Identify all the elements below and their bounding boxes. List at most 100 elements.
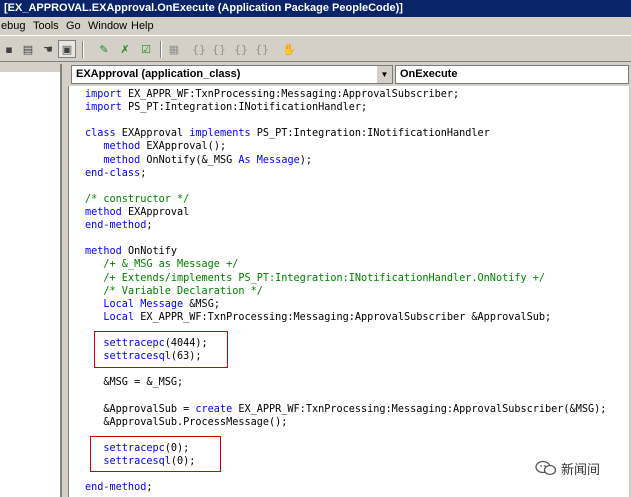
tree-scrollbar[interactable] [0, 64, 60, 72]
properties-icon[interactable]: ▤ [19, 40, 37, 58]
code-token: ; [146, 220, 153, 232]
code-token: OnNotify [121, 246, 178, 258]
code-keyword: end-class [85, 167, 141, 179]
code-token: EX_APPR_WF:TxnProcessing:Messaging:Appro… [121, 89, 460, 100]
code-line: end-method; [85, 219, 606, 232]
menu-help[interactable]: Help [131, 17, 154, 35]
check-icon[interactable]: ☑ [137, 40, 155, 58]
code-token: EXApproval(); [140, 141, 227, 153]
code-line: method OnNotify [85, 245, 606, 258]
window-title: [EX_APPROVAL.EXApproval.OnExecute (Appli… [0, 0, 631, 17]
code-keyword: create [195, 403, 233, 415]
code-keyword: method [103, 154, 141, 166]
code-line: Local EX_APPR_WF:TxnProcessing:Messaging… [85, 311, 606, 324]
code-token: PS_PT:Integration:INotificationHandler; [121, 102, 368, 114]
code-keyword: import [85, 102, 122, 114]
code-line: end-class; [85, 167, 606, 180]
code-line: Local Message &MSG; [85, 298, 606, 311]
toolbar-separator [160, 41, 162, 58]
code-line: &MSG = &_MSG; [85, 376, 606, 389]
code-token: PS_PT:Integration:INotificationHandler [250, 128, 490, 140]
code-keyword: method [85, 246, 122, 258]
code-keyword: As [238, 154, 251, 166]
menu-bar: ebug Tools Go Window Help [0, 17, 631, 35]
code-comment: /+ &_MSG as Message +/ [103, 259, 239, 271]
code-token: ; [146, 482, 153, 494]
print-icon[interactable]: ▦ [165, 40, 183, 58]
code-comment: /* constructor */ [85, 193, 190, 205]
code-keyword: Message [140, 298, 184, 310]
step-into-icon[interactable]: {} [190, 40, 208, 58]
code-line: import EX_APPR_WF:TxnProcessing:Messagin… [85, 88, 606, 101]
code-token: EXApproval [115, 128, 190, 140]
code-keyword: method [103, 141, 141, 153]
code-line: class EXApproval implements PS_PT:Integr… [85, 127, 606, 140]
menu-tools[interactable]: Tools [33, 17, 59, 35]
view-toggle-icon[interactable]: ▣ [58, 40, 76, 58]
code-keyword: end-method [85, 482, 147, 494]
code-line: /* Variable Declaration */ [85, 285, 606, 298]
code-token: EX_APPR_WF:TxnProcessing:Messaging:Appro… [134, 311, 552, 323]
code-keyword: implements [189, 128, 251, 140]
code-line: end-method; [85, 481, 606, 494]
code-text: import EX_APPR_WF:TxnProcessing:Messagin… [85, 88, 606, 494]
code-token: &MSG; [183, 298, 220, 310]
code-line: import PS_PT:Integration:INotificationHa… [85, 101, 606, 114]
menu-window[interactable]: Window [88, 17, 127, 35]
code-token: EX_APPR_WF:TxnProcessing:Messaging:Appro… [232, 403, 607, 415]
code-keyword: method [85, 206, 122, 218]
code-keyword: class [85, 128, 116, 140]
code-line: /* constructor */ [85, 193, 606, 206]
validate-icon[interactable]: ✎ [95, 40, 113, 58]
watermark-text: 新闻间 [561, 462, 601, 478]
object-selector[interactable]: EXApproval (application_class) [71, 65, 393, 84]
stop-hand-icon[interactable]: ✋ [280, 40, 298, 58]
code-token: ; [140, 167, 147, 179]
chat-bubble-icon [535, 460, 557, 476]
project-tree-pane[interactable] [0, 64, 62, 497]
menu-go[interactable]: Go [66, 17, 81, 35]
menu-debug[interactable]: ebug [1, 17, 25, 35]
event-selector[interactable]: OnExecute [395, 65, 629, 84]
code-keyword: import [85, 89, 122, 100]
highlight-box-trace-on [94, 331, 228, 368]
watermark: 新闻间 [535, 457, 600, 479]
hand-icon[interactable]: ☚ [39, 40, 57, 58]
code-keyword: Message [256, 154, 300, 166]
toolbar-separator [82, 41, 84, 58]
code-token: OnNotify(&_MSG [140, 154, 239, 166]
code-comment: /+ Extends/implements PS_PT:Integration:… [103, 272, 546, 284]
code-keyword: Local [103, 311, 135, 323]
code-line: &ApprovalSub = create EX_APPR_WF:TxnProc… [85, 403, 606, 416]
code-comment: /* Variable Declaration */ [103, 285, 263, 297]
code-token: EXApproval [121, 206, 190, 218]
code-token: &MSG = &_MSG; [85, 377, 184, 389]
compile-icon[interactable]: ✗ [116, 40, 134, 58]
editor-gutter [69, 86, 83, 497]
code-keyword: end-method [85, 220, 147, 232]
step-out-icon[interactable]: {} [232, 40, 250, 58]
code-line: /+ Extends/implements PS_PT:Integration:… [85, 272, 606, 285]
code-line: method OnNotify(&_MSG As Message); [85, 154, 606, 167]
code-token: &ApprovalSub = [85, 403, 196, 415]
code-token: ); [299, 154, 312, 166]
code-line: method EXApproval [85, 206, 606, 219]
step-over-icon[interactable]: {} [210, 40, 228, 58]
code-token: &ApprovalSub.ProcessMessage(); [85, 416, 288, 428]
toolbar: ▪ ▤ ☚ ▣ ✎ ✗ ☑ ▦ {} {} {} {} ✋ [0, 35, 631, 62]
code-keyword: Local [103, 298, 135, 310]
toolbar-edge-icon[interactable]: ▪ [0, 40, 18, 58]
chevron-down-icon[interactable]: ▼ [376, 66, 392, 83]
run-to-icon[interactable]: {} [253, 40, 271, 58]
code-line: &ApprovalSub.ProcessMessage(); [85, 416, 606, 429]
